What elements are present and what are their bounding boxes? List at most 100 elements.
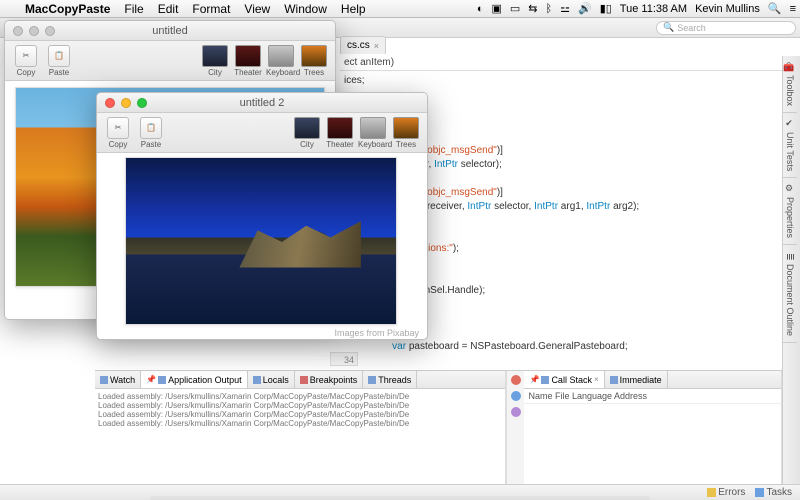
step-icon[interactable] — [511, 391, 521, 401]
stop-icon[interactable] — [511, 375, 521, 385]
displayed-image[interactable] — [125, 157, 397, 325]
side-tab-toolbox[interactable]: 🧰Toolbox — [783, 56, 797, 113]
status-icon[interactable]: ⇆ — [524, 2, 541, 15]
pin-icon[interactable]: 📌 — [529, 375, 539, 384]
window-titlebar[interactable]: untitled — [5, 21, 335, 41]
bluetooth-icon[interactable]: ᛒ — [542, 3, 557, 15]
close-window-button[interactable] — [13, 26, 23, 36]
tests-icon: ✔ — [785, 119, 795, 129]
breakpoints-icon — [300, 376, 308, 384]
tab-breakpoints[interactable]: Breakpoints — [295, 371, 364, 388]
thumb-trees[interactable]: Trees — [391, 117, 421, 149]
notification-center-icon[interactable]: ≡ — [786, 3, 800, 15]
city-thumb-icon — [294, 117, 320, 139]
airplay-icon[interactable]: ▭ — [506, 2, 524, 15]
tab-label: cs.cs — [347, 40, 370, 51]
app-toolbar: ✂Copy 📋Paste City Theater Keyboard Trees — [97, 113, 427, 153]
step-icon[interactable] — [511, 407, 521, 417]
output-line: Loaded assembly: /Users/kmullins/Xamarin… — [98, 419, 502, 428]
editor-tab[interactable]: cs.cs × — [340, 36, 386, 54]
ide-search-input[interactable]: 🔍 Search — [656, 21, 796, 35]
line-number: 34 — [330, 352, 358, 366]
callstack-header: Name File Language Address — [524, 389, 781, 404]
paste-button[interactable]: 📋Paste — [136, 117, 166, 149]
clock[interactable]: Tue 11:38 AM — [616, 3, 691, 15]
status-errors[interactable]: Errors — [707, 487, 745, 498]
theater-thumb-icon — [235, 45, 261, 67]
macos-menubar: MacCopyPaste File Edit Format View Windo… — [0, 0, 800, 18]
threads-icon — [368, 376, 376, 384]
status-tasks[interactable]: Tasks — [755, 487, 792, 498]
menu-file[interactable]: File — [117, 2, 150, 16]
image-credit: Images from Pixabay — [334, 328, 419, 338]
trees-thumb-icon — [393, 117, 419, 139]
spotlight-icon[interactable]: 🔍 — [764, 2, 786, 15]
callstack-tabs: 📌Call Stack× Immediate — [524, 371, 781, 389]
breadcrumb-signature: ect anItem) — [340, 55, 782, 71]
thumb-theater[interactable]: Theater — [233, 45, 263, 77]
copy-button[interactable]: ✂Copy — [11, 45, 41, 77]
close-icon[interactable]: × — [374, 41, 379, 51]
thumb-keyboard[interactable]: Keyboard — [266, 45, 296, 77]
output-side-icons — [506, 371, 524, 484]
output-icon — [158, 376, 166, 384]
search-icon: 🔍 — [663, 22, 674, 33]
dock[interactable] — [150, 496, 650, 500]
errors-icon — [707, 488, 716, 497]
scissors-icon: ✂ — [15, 45, 37, 67]
app-window-2[interactable]: untitled 2 ✂Copy 📋Paste City Theater Key… — [96, 92, 428, 340]
wifi-icon[interactable]: ⚍ — [556, 2, 574, 15]
thumb-theater[interactable]: Theater — [325, 117, 355, 149]
paste-button[interactable]: 📋Paste — [44, 45, 74, 77]
battery-icon[interactable]: ▮▯ — [596, 2, 616, 15]
search-placeholder: Search — [677, 23, 706, 33]
keyboard-thumb-icon — [360, 117, 386, 139]
side-tab-properties[interactable]: ⚙Properties — [783, 178, 797, 245]
callstack-body[interactable] — [524, 404, 781, 484]
status-icon[interactable]: ◐ — [473, 3, 488, 15]
menu-window[interactable]: Window — [277, 2, 334, 16]
thumb-keyboard[interactable]: Keyboard — [358, 117, 388, 149]
city-thumb-icon — [202, 45, 228, 67]
traffic-lights — [5, 26, 55, 36]
user-menu[interactable]: Kevin Mullins — [691, 3, 764, 15]
thumb-city[interactable]: City — [200, 45, 230, 77]
minimize-window-button[interactable] — [121, 98, 131, 108]
volume-icon[interactable]: 🔊 — [574, 2, 596, 15]
app-menu[interactable]: MacCopyPaste — [18, 2, 117, 16]
menu-edit[interactable]: Edit — [151, 2, 186, 16]
status-icon[interactable]: ▣ — [487, 2, 505, 15]
clipboard-icon: 📋 — [140, 117, 162, 139]
scissors-icon: ✂ — [107, 117, 129, 139]
tab-watch[interactable]: Watch — [95, 371, 141, 388]
output-panel: Watch 📌Application Output Locals Breakpo… — [95, 371, 506, 484]
window-titlebar[interactable]: untitled 2 — [97, 93, 427, 113]
output-tabs: Watch 📌Application Output Locals Breakpo… — [95, 371, 505, 389]
watch-icon — [100, 376, 108, 384]
side-tab-unit-tests[interactable]: ✔Unit Tests — [783, 113, 797, 178]
ide-side-tabs: 🧰Toolbox ✔Unit Tests ⚙Properties ≣Docume… — [782, 56, 800, 484]
zoom-window-button[interactable] — [137, 98, 147, 108]
tab-locals[interactable]: Locals — [248, 371, 295, 388]
pin-icon[interactable]: 📌 — [146, 375, 156, 384]
immediate-icon — [610, 376, 618, 384]
side-tab-document-outline[interactable]: ≣Document Outline — [783, 245, 797, 343]
menu-help[interactable]: Help — [334, 2, 373, 16]
tab-call-stack[interactable]: 📌Call Stack× — [524, 371, 604, 388]
menu-view[interactable]: View — [237, 2, 277, 16]
image-well: Images from Pixabay — [97, 153, 427, 340]
tab-immediate[interactable]: Immediate — [605, 371, 668, 388]
output-body[interactable]: Loaded assembly: /Users/kmullins/Xamarin… — [95, 389, 505, 484]
tab-application-output[interactable]: 📌Application Output — [141, 371, 248, 388]
tab-threads[interactable]: Threads — [363, 371, 417, 388]
zoom-window-button[interactable] — [45, 26, 55, 36]
copy-button[interactable]: ✂Copy — [103, 117, 133, 149]
thumb-trees[interactable]: Trees — [299, 45, 329, 77]
menu-format[interactable]: Format — [185, 2, 237, 16]
ide-bottom-panels: Watch 📌Application Output Locals Breakpo… — [95, 370, 782, 484]
close-icon[interactable]: × — [594, 375, 599, 384]
close-window-button[interactable] — [105, 98, 115, 108]
minimize-window-button[interactable] — [29, 26, 39, 36]
thumb-city[interactable]: City — [292, 117, 322, 149]
toolbox-icon: 🧰 — [785, 62, 795, 72]
